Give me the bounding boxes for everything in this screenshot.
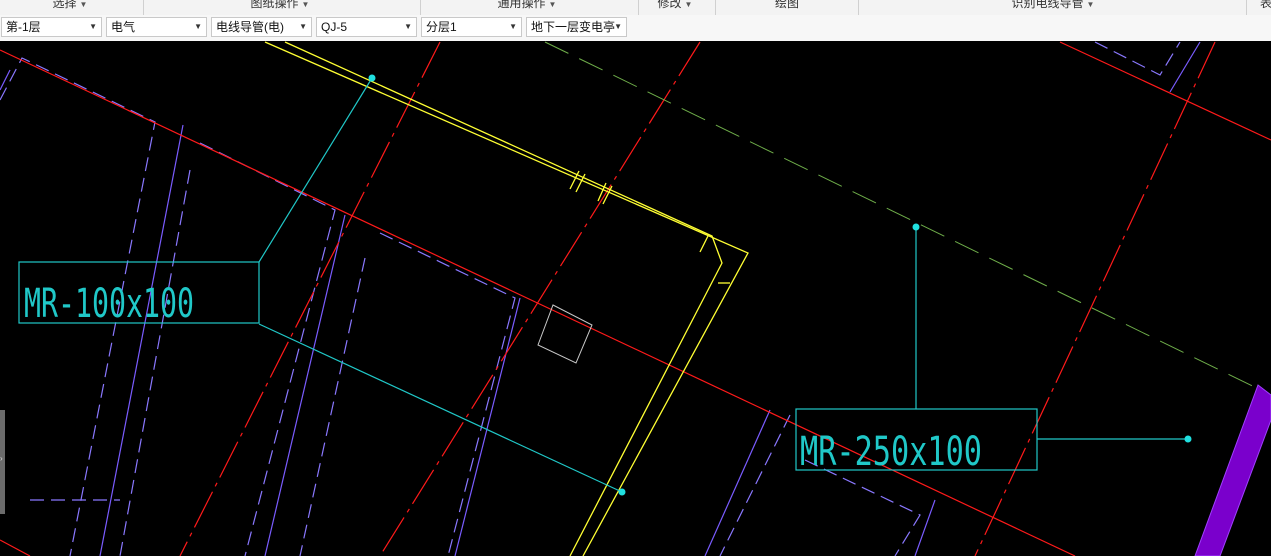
area-select[interactable]: 地下一层变电亭 ▼	[526, 17, 627, 37]
chevron-down-icon: ▼	[194, 22, 202, 31]
chevron-down-icon: ▼	[614, 22, 622, 31]
ribbon-group-identify-conduit[interactable]: 识别电线导管 ▼	[1012, 0, 1095, 12]
ribbon-group-modify[interactable]: 修改 ▼	[658, 0, 693, 12]
cad-drawing[interactable]: MR-100x100 MR-250x100	[0, 41, 1271, 556]
chevron-down-icon: ▼	[299, 22, 307, 31]
green-dashed-line	[544, 41, 1271, 396]
leader-endpoint[interactable]	[368, 74, 376, 82]
side-panel-handle[interactable]: ›	[0, 410, 5, 514]
chevron-down-icon: ▼	[404, 22, 412, 31]
leader-endpoint[interactable]	[618, 488, 626, 496]
chevron-down-icon: ▼	[79, 0, 88, 9]
chevron-down-icon: ▼	[509, 22, 517, 31]
ribbon-group-common-ops[interactable]: 通用操作 ▼	[498, 0, 557, 12]
equipment-box	[537, 304, 593, 364]
ribbon-group-draw[interactable]: 绘图	[775, 0, 799, 12]
annotation-label-2[interactable]: MR-250x100	[800, 429, 982, 475]
component-type-select[interactable]: 电线导管(电) ▼	[211, 17, 312, 37]
ribbon-separator	[1246, 0, 1247, 15]
leader-endpoint[interactable]	[912, 223, 920, 231]
chevron-down-icon: ▼	[684, 0, 693, 9]
component-name-select[interactable]: QJ-5 ▼	[316, 17, 417, 37]
ribbon: 选择 ▼ 图纸操作 ▼ 通用操作 ▼ 修改 ▼ 绘图 识别电线导管 ▼ 表	[0, 0, 1271, 16]
chevron-down-icon: ▼	[301, 0, 310, 9]
floor-select[interactable]: 第-1层 ▼	[1, 17, 102, 37]
chevron-down-icon: ▼	[548, 0, 557, 9]
selector-toolbar: 第-1层 ▼ 电气 ▼ 电线导管(电) ▼ QJ-5 ▼ 分层1 ▼ 地下一层变电亭 ▼	[0, 15, 1271, 42]
chevron-right-icon: ›	[0, 454, 3, 463]
ribbon-separator	[858, 0, 859, 15]
ribbon-group-table[interactable]: 表	[1260, 0, 1271, 12]
ribbon-separator	[420, 0, 421, 15]
drawing-canvas[interactable]: MR-100x100 MR-250x100 ›	[0, 41, 1271, 556]
ribbon-separator	[715, 0, 716, 15]
layer-select[interactable]: 分层1 ▼	[421, 17, 522, 37]
ribbon-separator	[638, 0, 639, 15]
ribbon-group-select[interactable]: 选择 ▼	[53, 0, 88, 12]
chevron-down-icon: ▼	[89, 22, 97, 31]
leader-endpoint[interactable]	[1184, 435, 1192, 443]
annotation-label-1[interactable]: MR-100x100	[24, 281, 194, 327]
ribbon-separator	[143, 0, 144, 15]
ribbon-group-drawing-ops[interactable]: 图纸操作 ▼	[251, 0, 310, 12]
discipline-select[interactable]: 电气 ▼	[106, 17, 207, 37]
chevron-down-icon: ▼	[1086, 0, 1095, 9]
yellow-wall-outline	[264, 41, 749, 556]
cable-tray	[1194, 384, 1271, 556]
